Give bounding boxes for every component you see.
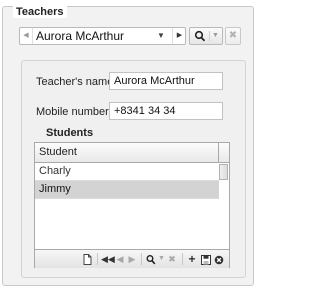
grid-scrollbar[interactable] — [219, 164, 228, 180]
toolbar-separator — [141, 253, 142, 265]
grid-search-icon[interactable] — [145, 250, 157, 268]
previous-record-icon[interactable]: ◀ — [115, 250, 125, 268]
next-record-icon[interactable]: ▶ — [127, 250, 137, 268]
student-cell: Jimmy — [39, 183, 71, 195]
student-cell: Charly — [39, 165, 71, 177]
grid-search-dropdown-icon[interactable]: ▼ — [157, 250, 166, 268]
grid-toolbar: ◀◀ ◀ ▶ ▼ ✖ + — [35, 249, 229, 268]
delete-icon[interactable] — [213, 250, 225, 268]
search-button-divider — [209, 31, 210, 41]
mobile-number-label: Mobile number — [36, 106, 109, 118]
clear-search-button[interactable]: ✖ — [225, 27, 241, 45]
search-options-icon[interactable]: ▼ — [212, 28, 219, 44]
search-button[interactable]: ▼ — [189, 27, 223, 45]
students-section-title: Students — [46, 127, 94, 139]
selected-teacher-value[interactable]: Aurora McArthur — [36, 28, 124, 44]
toolbar-separator — [182, 253, 183, 265]
mobile-number-input[interactable] — [109, 102, 223, 120]
dropdown-arrow-icon[interactable]: ▼ — [154, 28, 168, 44]
teacher-name-label: Teacher's name — [36, 76, 114, 88]
table-row[interactable]: Charly — [35, 163, 219, 181]
grid-header: Student — [35, 143, 229, 163]
teachers-fieldset: Teachers ◀ Aurora McArthur ▼ ▶ ▼ ✖ Teach… — [2, 6, 254, 286]
teacher-navigator-combo[interactable]: ◀ Aurora McArthur ▼ ▶ — [19, 27, 186, 45]
previous-record-icon[interactable]: ◀ — [20, 28, 33, 44]
grid-clear-icon[interactable]: ✖ — [167, 250, 177, 268]
close-icon: ✖ — [228, 30, 238, 41]
search-icon — [194, 30, 206, 42]
teacher-name-input[interactable] — [109, 72, 223, 90]
next-record-icon[interactable]: ▶ — [172, 28, 186, 44]
first-record-icon[interactable]: ◀◀ — [101, 250, 115, 268]
save-icon[interactable] — [200, 250, 212, 268]
new-document-icon[interactable] — [81, 250, 93, 268]
teacher-form-panel: Teacher's name Mobile number Students St… — [21, 60, 246, 278]
column-header-student[interactable]: Student — [39, 143, 77, 162]
fieldset-legend: Teachers — [13, 6, 67, 18]
column-separator — [218, 143, 219, 162]
add-icon[interactable]: + — [186, 250, 198, 268]
table-row-selected[interactable]: Jimmy — [35, 181, 219, 199]
toolbar-separator — [97, 253, 98, 265]
students-grid: Student Charly Jimmy ◀◀ ◀ ▶ ▼ ✖ + — [34, 142, 230, 268]
